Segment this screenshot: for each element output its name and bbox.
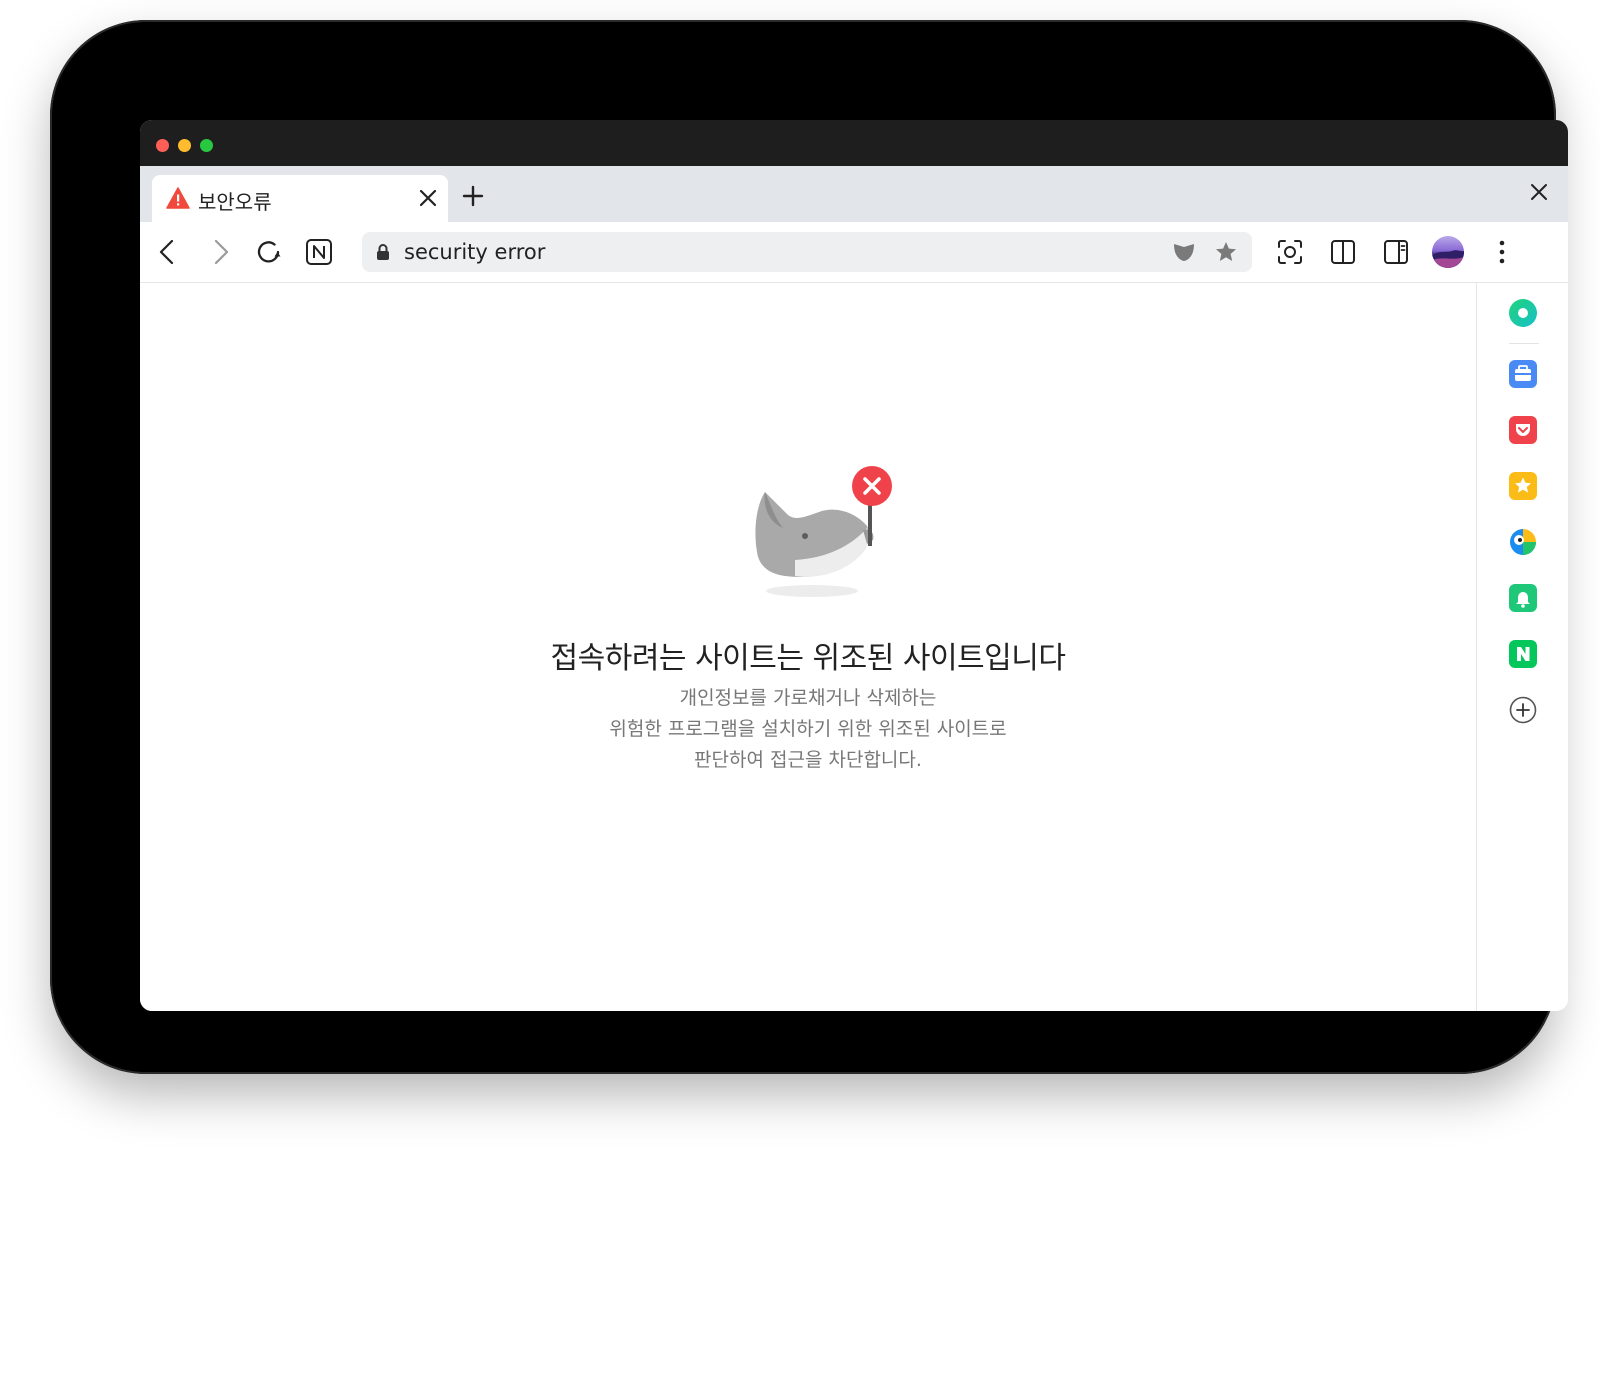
green-circle-icon[interactable]	[1507, 297, 1539, 329]
bookmark-star-icon[interactable]	[1214, 240, 1238, 268]
address-bar[interactable]: security error	[362, 232, 1252, 272]
device-frame: 보안오류 security error 접속하려는 사이트는 위조된 사이트입니…	[50, 20, 1568, 1074]
add-icon[interactable]	[1507, 694, 1539, 726]
sidebar	[1476, 283, 1568, 1011]
toolbox-icon[interactable]	[1507, 358, 1539, 390]
favorites-star-icon[interactable]	[1507, 470, 1539, 502]
title-bar	[140, 120, 1568, 166]
error-description-line: 위험한 프로그램을 설치하기 위한 위조된 사이트로	[609, 718, 1007, 740]
close-tab-icon[interactable]	[418, 188, 438, 212]
split-view-icon[interactable]	[1327, 236, 1359, 268]
profile-avatar[interactable]	[1432, 236, 1464, 268]
forward-icon[interactable]	[204, 236, 236, 268]
notification-bell-icon[interactable]	[1507, 582, 1539, 614]
screen-capture-icon[interactable]	[1274, 236, 1306, 268]
tab-title: 보안오류	[198, 190, 272, 214]
browser-window: 보안오류 security error 접속하려는 사이트는 위조된 사이트입니…	[140, 120, 1568, 1011]
close-icon[interactable]	[1530, 183, 1548, 205]
error-description-line: 판단하여 접근을 차단합니다.	[694, 749, 922, 771]
more-menu-icon[interactable]	[1486, 236, 1518, 268]
toolbar: security error	[140, 222, 1568, 283]
tab-security-error[interactable]: 보안오류	[152, 175, 448, 222]
url-text[interactable]: security error	[404, 240, 545, 264]
translate-icon[interactable]	[1507, 526, 1539, 558]
close-window-button[interactable]	[156, 139, 169, 152]
minimize-window-button[interactable]	[178, 139, 191, 152]
error-description: 개인정보를 가로채거나 삭제하는 위험한 프로그램을 설치하기 위한 위조된 사…	[140, 683, 1476, 776]
new-tab-icon[interactable]	[462, 185, 484, 211]
error-description-line: 개인정보를 가로채거나 삭제하는	[679, 687, 937, 709]
pocket-icon[interactable]	[1507, 414, 1539, 446]
warning-icon	[166, 187, 190, 213]
lock-icon[interactable]	[376, 243, 390, 265]
shield-icon[interactable]	[1172, 241, 1196, 267]
side-panel-icon[interactable]	[1380, 236, 1412, 268]
error-title: 접속하려는 사이트는 위조된 사이트입니다	[550, 641, 1066, 676]
naver-n-icon[interactable]	[1507, 638, 1539, 670]
whale-warning-illustration	[735, 448, 915, 608]
naver-home-icon[interactable]	[303, 236, 335, 268]
tab-strip: 보안오류	[140, 166, 1568, 222]
reload-icon[interactable]	[253, 236, 285, 268]
sidebar-divider	[1509, 343, 1539, 344]
maximize-window-button[interactable]	[200, 139, 213, 152]
back-icon[interactable]	[152, 236, 184, 268]
page-content: 접속하려는 사이트는 위조된 사이트입니다 개인정보를 가로채거나 삭제하는 위…	[140, 283, 1476, 1011]
